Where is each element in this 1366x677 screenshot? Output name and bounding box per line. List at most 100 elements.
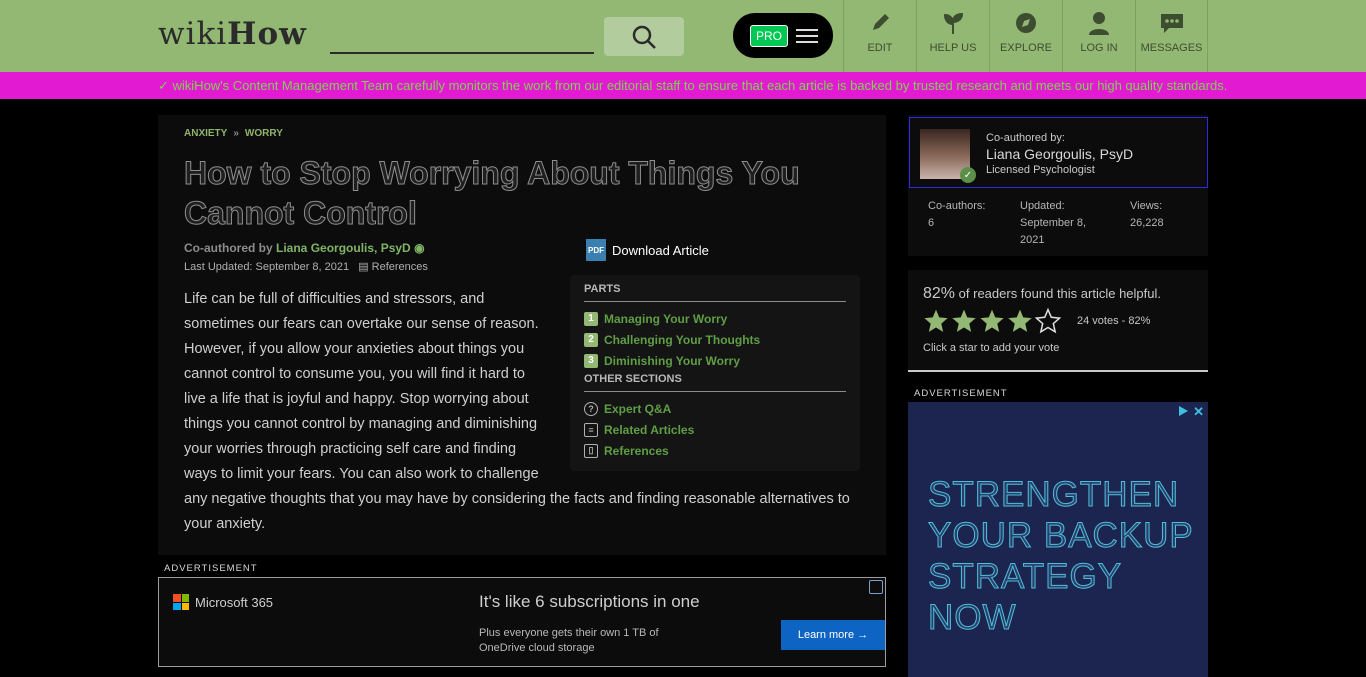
advertisement-label: ADVERTISEMENT <box>164 563 258 574</box>
nav-log-in[interactable]: LOG IN <box>1062 0 1135 72</box>
stat-label: Co-authors: <box>928 200 986 212</box>
star-icon[interactable] <box>951 308 977 334</box>
banner-text: ✓ wikiHow's Content Management Team care… <box>158 78 1227 94</box>
sidebar-author-name[interactable]: Liana Georgoulis, PsyD <box>986 146 1133 162</box>
check-icon: ✓ <box>158 78 173 93</box>
toc-part-number: 2 <box>584 332 598 347</box>
references-link[interactable]: References <box>372 261 428 273</box>
stat-value: 6 <box>928 217 935 229</box>
banner-message: wikiHow's Content Management Team carefu… <box>172 78 1228 93</box>
helpful-text: of readers found this article helpful. <box>958 286 1161 301</box>
microsoft-ad-banner[interactable]: Microsoft 365 It's like 6 subscriptions … <box>158 577 886 667</box>
backup-ad-banner[interactable]: ✕ STRENGTHEN YOUR BACKUP STRATEGY NOW <box>908 402 1208 677</box>
pencil-icon <box>873 14 889 30</box>
sprout-icon <box>943 12 964 34</box>
close-icon[interactable]: ✕ <box>1193 404 1204 420</box>
click-vote-text: Click a star to add your vote <box>923 342 1060 354</box>
adchoices-icon[interactable] <box>869 580 883 594</box>
compass-icon <box>1016 13 1036 33</box>
toc-other-label: References <box>604 443 669 458</box>
download-article-button[interactable]: PDF Download Article <box>586 239 709 261</box>
verified-check-icon: ✓ <box>960 167 976 183</box>
star-icon[interactable] <box>1007 308 1033 334</box>
breadcrumb-worry[interactable]: WORRY <box>245 128 283 139</box>
author-title: Licensed Psychologist <box>986 164 1095 176</box>
stat-value: 26,228 <box>1130 217 1164 229</box>
avatar: ✓ <box>920 129 976 183</box>
toc-part-3[interactable]: 3 Diminishing Your Worry <box>584 350 846 371</box>
breadcrumb: ANXIETY » WORRY <box>184 128 283 139</box>
last-updated: Last Updated: September 8, 2021 ▤ Refere… <box>184 260 428 273</box>
star-icon[interactable] <box>979 308 1005 334</box>
search-button[interactable] <box>604 17 684 56</box>
page-title: How to Stop Worrying About Things You Ca… <box>184 155 801 232</box>
toc-part-2[interactable]: 2 Challenging Your Thoughts <box>584 329 846 350</box>
wikihow-logo[interactable]: wikiHow <box>158 16 307 52</box>
article-card: ANXIETY » WORRY How to Stop Worrying About… <box>158 115 886 555</box>
verified-icon: ◉ <box>414 241 425 255</box>
votes-count: 24 votes - 82% <box>1077 315 1151 327</box>
stat-label: Views: <box>1130 200 1163 212</box>
helpful-summary: 82% of readers found this article helpfu… <box>923 285 1161 303</box>
top-header: wikiHow PRO EDIT HELP US EXPLORE LOG IN … <box>0 0 1366 72</box>
ms-ad-headline: It's like 6 subscriptions in one <box>479 592 700 611</box>
user-icon <box>1089 12 1109 35</box>
last-updated-text: Last Updated: September 8, 2021 <box>184 261 350 273</box>
nav-help-us[interactable]: HELP US <box>916 0 989 72</box>
table-of-contents: PARTS 1 Managing Your Worry 2 Challenging … <box>570 275 860 471</box>
star-rating: 24 votes - 82% <box>923 308 1150 334</box>
arrow-right-icon: → <box>857 629 869 641</box>
nav-messages-label: MESSAGES <box>1140 42 1203 54</box>
ad-headline: STRENGTHEN YOUR BACKUP STRATEGY NOW <box>928 475 1194 638</box>
adchoices-icon[interactable] <box>1179 406 1188 416</box>
quality-banner: ✓ wikiHow's Content Management Team care… <box>0 72 1366 99</box>
coauthored-prefix: Co-authored by <box>184 241 273 255</box>
helpful-percent: 82% <box>923 285 956 302</box>
toc-references[interactable]: ▯ References <box>584 440 846 461</box>
learn-more-button[interactable]: Learn more → <box>781 620 885 650</box>
learn-more-label: Learn more <box>797 629 855 641</box>
toc-part-number: 1 <box>584 311 598 326</box>
toc-other-label: Expert Q&A <box>604 401 672 416</box>
pdf-icon: PDF <box>586 239 606 261</box>
nav-log-in-label: LOG IN <box>1080 42 1118 54</box>
search-input[interactable] <box>330 22 594 54</box>
toc-other-heading: OTHER SECTIONS <box>584 373 846 392</box>
author-box[interactable]: ✓ Co-authored by: Liana Georgoulis, PsyD… <box>909 117 1208 188</box>
author-link[interactable]: Liana Georgoulis, PsyD <box>276 241 411 255</box>
stat-label: Updated: <box>1020 200 1065 212</box>
chat-icon <box>1160 14 1183 33</box>
nav-messages[interactable]: MESSAGES <box>1135 0 1208 72</box>
toc-parts-heading: PARTS <box>584 283 846 302</box>
bookmark-icon: ▯ <box>584 443 598 458</box>
question-icon: ? <box>584 401 598 416</box>
coauthor-line: Co-authored by Liana Georgoulis, PsyD ◉ <box>184 241 425 255</box>
star-icon[interactable] <box>1035 308 1061 334</box>
toc-part-number: 3 <box>584 353 598 368</box>
nav-edit[interactable]: EDIT <box>843 0 916 72</box>
nav-edit-label: EDIT <box>867 42 893 54</box>
toc-part-label: Managing Your Worry <box>604 311 728 326</box>
toc-other-label: Related Articles <box>604 422 695 437</box>
breadcrumb-anxiety[interactable]: ANXIETY <box>184 128 227 139</box>
star-icon[interactable] <box>923 308 949 334</box>
nav-explore-label: EXPLORE <box>1000 42 1052 54</box>
stat-value: September 8, 2021 <box>1020 217 1087 246</box>
pro-menu-button[interactable]: PRO <box>733 13 833 58</box>
toc-expert-qa[interactable]: ? Expert Q&A <box>584 398 846 419</box>
toc-part-label: Diminishing Your Worry <box>604 353 741 368</box>
toc-related-articles[interactable]: ≡ Related Articles <box>584 419 846 440</box>
microsoft-logo: Microsoft 365 <box>173 594 273 610</box>
stat-updated: Updated: September 8, 2021 <box>1020 198 1110 249</box>
breadcrumb-separator: » <box>233 128 239 139</box>
toc-part-1[interactable]: 1 Managing Your Worry <box>584 308 846 329</box>
hamburger-menu-icon <box>796 28 819 43</box>
rating-card: 82% of readers found this article helpfu… <box>908 270 1208 372</box>
logo-wiki-text: wiki <box>158 16 228 52</box>
coauthored-label: Co-authored by: <box>986 132 1065 144</box>
stat-coauthors: Co-authors: 6 <box>928 198 1008 232</box>
pro-badge: PRO <box>750 24 789 47</box>
nav-explore[interactable]: EXPLORE <box>989 0 1062 72</box>
microsoft-logo-icon <box>173 594 189 610</box>
ms-ad-subtext: Plus everyone gets their own 1 TB of One… <box>479 627 659 654</box>
